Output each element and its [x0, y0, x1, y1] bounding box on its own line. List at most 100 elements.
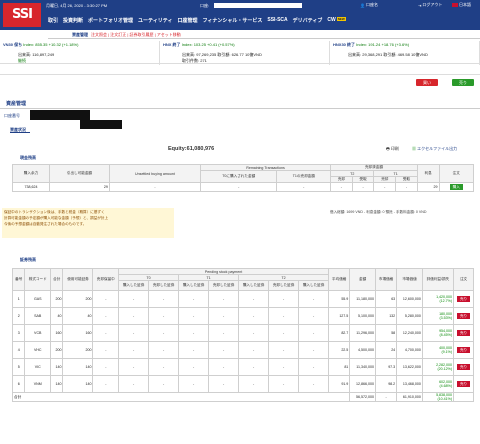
stock-row: 1 GAS 200 200- - - - - - - -55.9 11,180,000 63 12,600… — [11, 290, 474, 308]
menu-utility[interactable]: ユーティリティ — [138, 17, 172, 24]
market-price: 97.3 — [374, 358, 398, 376]
t1-bought: - — [178, 341, 210, 359]
col-avg-price: 平均価格 — [328, 268, 351, 291]
user-label: 口座名 — [365, 2, 378, 7]
pending-sell: - — [92, 375, 120, 393]
menu-financial-services[interactable]: フィナンシャル・サービス — [202, 17, 262, 24]
stock-total: 140 — [50, 358, 64, 376]
profit-loss: 602,000 (4.68%) — [421, 375, 455, 393]
t2-bought2: - — [298, 341, 330, 359]
pending-sell: - — [92, 341, 120, 359]
t1-sold: - — [208, 341, 240, 359]
row-no: 1 — [11, 290, 26, 308]
ticker-index: Index: 855.35 +10.32 (+1.18%) — [23, 42, 79, 47]
ticker-hnx30[interactable]: HNX30 終了 Index: 191.24 +18.76 (+3.6%) 出来… — [330, 41, 480, 65]
menu-cw[interactable]: CW NEW — [327, 17, 346, 24]
market-value: 12,240,000 — [396, 324, 423, 342]
sell-button[interactable]: 売り — [452, 79, 474, 86]
t2-bought2: - — [298, 307, 330, 325]
menu-portfolio[interactable]: ポートフォリオ管理 — [88, 17, 133, 24]
submenu-title[interactable]: 資産管理 — [72, 32, 88, 37]
menu-ssi-sca[interactable]: SSI-SCA — [267, 17, 287, 24]
sell-stock-button[interactable]: 売り — [456, 364, 471, 370]
t1-sold: - — [208, 290, 240, 308]
ticker-vn30[interactable]: VN30 保ち Index: 855.35 +10.32 (+1.18%) 出来… — [0, 41, 160, 65]
stock-code: SAB — [24, 307, 52, 325]
sell-stock-button[interactable]: 売り — [456, 330, 471, 336]
stock-code: GAS — [24, 290, 52, 308]
amount: 5,100,000 — [349, 307, 376, 325]
unsettled-value: - — [108, 182, 201, 192]
sell-stock-button[interactable]: 売り — [456, 313, 471, 319]
ticker-hnx[interactable]: HNX 終了 Index: 103.25 +0.41 (+0.57%) 出来高:… — [160, 41, 330, 65]
t0-bought: - — [118, 358, 150, 376]
sell-stock-button[interactable]: 売り — [456, 347, 471, 353]
menu-account[interactable]: 口座管理 — [177, 17, 197, 24]
profit-loss: 954,000 (8.45%) — [421, 324, 455, 342]
page-title: 資産管理 — [6, 101, 27, 107]
logout-link[interactable]: ⇥ ログアウト — [418, 2, 442, 8]
row-action: 売り — [453, 307, 474, 325]
col-amount: 金額 — [349, 268, 376, 291]
t1-sold: - — [208, 358, 240, 376]
menu-analysis[interactable]: 投資判断 — [63, 17, 83, 24]
stock-row: 3 VCB 160 160- - - - - - - -82.7 11,296,000 58 12,240… — [11, 324, 474, 342]
buy-order-button[interactable]: 購入 — [449, 184, 463, 190]
print-link[interactable]: 🖶 印刷 — [386, 146, 399, 153]
market-value: 13,622,000 — [396, 358, 423, 376]
cash-row: 738,624 29 - - - - - - - 29 購入 — [12, 182, 474, 192]
col-order: 注文 — [438, 164, 474, 183]
menu-trade[interactable]: 取引 — [48, 17, 58, 24]
col-bought: 購入した証券 — [238, 280, 270, 291]
print-icon: 🖶 — [386, 146, 390, 151]
stock-row: 5 VIC 140 140- - - - - - - -81 11,340,000 97.3 13,622… — [11, 358, 474, 376]
t0-sold: - — [148, 341, 180, 359]
stocks-total-row: 合計 56,572,000 - 61,910,000 5,838,000 (10.… — [11, 392, 474, 402]
stock-available: 160 — [62, 324, 94, 342]
logout-label: ログアウト — [422, 2, 443, 7]
user-area[interactable]: 👤 口座名 — [360, 2, 378, 8]
t2-bought: - — [238, 358, 270, 376]
profit-loss: 1,420,000 (12.7%) — [421, 290, 455, 308]
total-amount: 56,572,000 — [349, 392, 376, 402]
t1-bought: - — [178, 358, 210, 376]
menu-derivatives[interactable]: デリバティブ — [293, 17, 323, 24]
sell-stock-button[interactable]: 売り — [456, 381, 471, 387]
t0-sold: - — [148, 358, 180, 376]
market-price: 98.2 — [374, 375, 398, 393]
buy-button[interactable]: 買い — [416, 79, 438, 86]
divider — [0, 108, 480, 109]
note-line: 今後の予想金額は自動発注された場合のものです。 — [4, 222, 87, 226]
stock-total: 140 — [50, 375, 64, 393]
pending-sell: - — [92, 307, 120, 325]
ssi-logo[interactable]: SSI — [3, 3, 41, 27]
col-pending-sell: 売却保留中 — [92, 268, 120, 291]
t1-bought: - — [178, 324, 210, 342]
t0-sold: - — [148, 375, 180, 393]
ticker-value: 取引額: 626.77 10億VND — [217, 52, 262, 57]
amount: 11,180,000 — [349, 290, 376, 308]
t0-value: - — [199, 182, 278, 192]
submenu-links[interactable]: 注文照会 | 注文訂正 | 証券取引履歴 | アセット移動 — [91, 32, 181, 37]
t0-bought: - — [118, 375, 150, 393]
ticker-index: Index: 191.24 +18.76 (+3.6%) — [356, 42, 410, 47]
pl-percent: (20.12%) — [437, 367, 453, 371]
market-value: 12,600,000 — [396, 290, 423, 308]
col-market-price: 市場価格 — [374, 268, 398, 291]
language-selector[interactable]: 日本語 — [452, 2, 471, 8]
t0-sold: - — [148, 290, 180, 308]
excel-export-link[interactable]: ▦ エクセルファイル出力 — [412, 146, 457, 152]
col-market-value: 市場価値 — [396, 268, 423, 291]
total-label: 合計 — [11, 392, 351, 402]
sold-value: - — [330, 182, 353, 192]
pending-sell: - — [92, 324, 120, 342]
sell-stock-button[interactable]: 売り — [456, 296, 471, 302]
market-value: 13,468,000 — [396, 375, 423, 393]
pl-percent: (8.45%) — [439, 333, 453, 337]
withdraw-value: 29 — [48, 182, 110, 192]
pl-percent: (9.1%) — [441, 350, 453, 354]
row-no: 4 — [11, 341, 26, 359]
language-label: 日本語 — [459, 2, 471, 7]
profit-loss: 180,000 (3.53%) — [421, 307, 455, 325]
col-order: 注文 — [453, 268, 474, 291]
